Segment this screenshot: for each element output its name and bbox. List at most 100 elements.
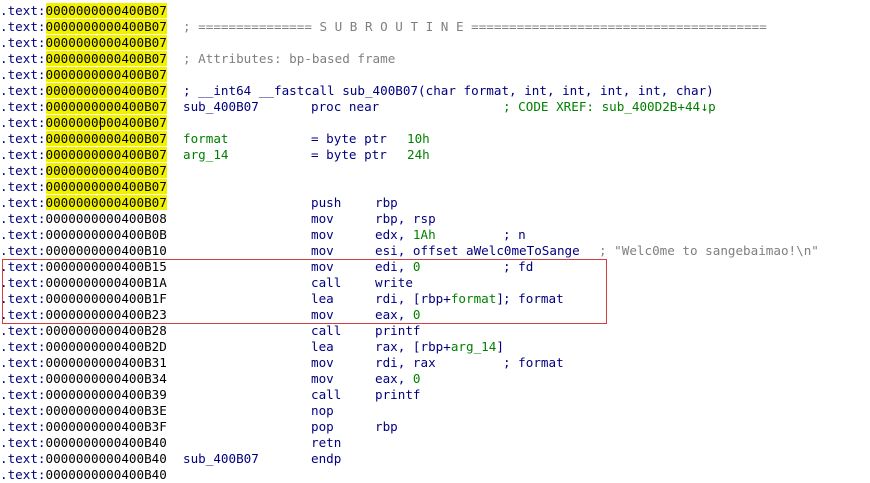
line-comment: ; __int64 __fastcall sub_400B07(char for…: [183, 83, 714, 98]
segment-prefix: .text:: [0, 403, 46, 418]
xref-arrow-icon[interactable]: ↓p: [701, 99, 716, 115]
instruction-operands[interactable]: eax, 0: [375, 371, 421, 387]
instruction-operands[interactable]: rdi, rax: [375, 355, 436, 371]
address[interactable]: 0000000000400B07: [45, 67, 167, 82]
listing-line[interactable]: .text:0000000000400B10 mov esi, offset aWe…: [0, 243, 870, 259]
instruction-mnemonic[interactable]: lea: [311, 339, 334, 355]
listing-line[interactable]: .text:0000000000400B07: [0, 163, 870, 179]
listing-line[interactable]: .text:0000000000400B07: [0, 3, 870, 19]
stack-var-name[interactable]: format: [183, 131, 229, 147]
instruction-operands[interactable]: esi, offset aWelc0meToSange: [375, 243, 580, 259]
address[interactable]: 0000000000400B07: [45, 3, 167, 18]
address[interactable]: 0000000000400B08: [46, 211, 167, 226]
address[interactable]: 0000000000400B07: [45, 35, 167, 50]
line-comment: ; Attributes: bp-based frame: [183, 51, 396, 66]
address[interactable]: 0000000000400B3E: [46, 403, 167, 418]
address[interactable]: 0000000000400B07: [45, 115, 167, 130]
address[interactable]: 0000000000400B3F: [46, 419, 167, 434]
address[interactable]: 0000000000400B39: [46, 387, 167, 402]
instruction-mnemonic[interactable]: mov: [311, 211, 334, 227]
instruction-comment: ; "Welc0me to sangebaimao!\n": [599, 243, 819, 258]
listing-line[interactable]: .text:0000000000400B34 mov eax, 0: [0, 371, 870, 387]
instruction-mnemonic[interactable]: mov: [311, 371, 334, 387]
instruction-operands[interactable]: edx, 1Ah: [375, 227, 436, 243]
segment-prefix: .text:: [0, 163, 46, 178]
segment-prefix: .text:: [0, 467, 46, 482]
listing-line[interactable]: .text:0000000000400B07 ; __int64 __fastca…: [0, 83, 870, 99]
segment-prefix: .text:: [0, 243, 46, 258]
listing-line[interactable]: .text:0000000000400B0B mov edx, 1Ah ; n: [0, 227, 870, 243]
address[interactable]: 0000000000400B07: [45, 19, 167, 34]
address[interactable]: 0000000000400B07: [45, 195, 167, 210]
listing-line[interactable]: .text:0000000000400B40 retn: [0, 435, 870, 451]
address[interactable]: 0000000000400B07: [45, 163, 167, 178]
instruction-mnemonic[interactable]: call: [311, 323, 341, 339]
address[interactable]: 0000000000400B28: [46, 323, 167, 338]
listing-line[interactable]: .text:0000000000400B07: [0, 35, 870, 51]
listing-line[interactable]: .text:0000000000400B07 ; =============== …: [0, 19, 870, 35]
address[interactable]: 0000000000400B40: [46, 467, 167, 482]
address[interactable]: 0000000000400B40: [46, 451, 167, 466]
instruction-mnemonic[interactable]: mov: [311, 227, 334, 243]
instruction-mnemonic[interactable]: call: [311, 387, 341, 403]
instruction-operands[interactable]: rax, [rbp+arg_14]: [375, 339, 504, 355]
proc-label[interactable]: sub_400B07: [183, 451, 259, 467]
listing-line[interactable]: .text:0000000000400B07: [0, 115, 870, 131]
instruction-operands[interactable]: printf: [375, 323, 421, 339]
address[interactable]: 0000000000400B34: [46, 371, 167, 386]
segment-prefix: .text:: [0, 211, 46, 226]
listing-line[interactable]: .text:0000000000400B2D lea rax, [rbp+arg_1…: [0, 339, 870, 355]
address[interactable]: 0000000000400B31: [46, 355, 167, 370]
address[interactable]: 0000000000400B0B: [46, 227, 167, 242]
listing-line[interactable]: .text:0000000000400B39 call printf: [0, 387, 870, 403]
listing-line[interactable]: .text:0000000000400B28 call printf: [0, 323, 870, 339]
segment-prefix: .text:: [0, 323, 46, 338]
address[interactable]: 0000000000400B07: [45, 179, 167, 194]
address[interactable]: 0000000000400B07: [45, 147, 167, 162]
address[interactable]: 0000000000400B07: [45, 131, 167, 146]
segment-prefix: .text:: [0, 371, 46, 386]
segment-prefix: .text:: [0, 67, 46, 82]
listing-line[interactable]: .text:0000000000400B07 format = byte ptr 10…: [0, 131, 870, 147]
segment-prefix: .text:: [0, 339, 46, 354]
segment-prefix: .text:: [0, 19, 46, 34]
listing-line[interactable]: .text:0000000000400B07: [0, 67, 870, 83]
address[interactable]: 0000000000400B07: [45, 99, 167, 114]
instruction-mnemonic[interactable]: retn: [311, 435, 341, 451]
segment-prefix: .text:: [0, 115, 46, 130]
listing-line[interactable]: .text:0000000000400B3E nop: [0, 403, 870, 419]
endp-directive: endp: [311, 451, 342, 466]
segment-prefix: .text:: [0, 147, 46, 162]
address[interactable]: 0000000000400B07: [45, 51, 167, 66]
listing-line[interactable]: .text:0000000000400B07 sub_400B07 proc nea…: [0, 99, 870, 115]
address[interactable]: 0000000000400B40: [46, 435, 167, 450]
instruction-mnemonic[interactable]: mov: [311, 243, 334, 259]
segment-prefix: .text:: [0, 35, 46, 50]
listing-line[interactable]: .text:0000000000400B07 arg_14 = byte ptr 24…: [0, 147, 870, 163]
line-comment: ; =============== S U B R O U T I N E ==…: [183, 19, 767, 34]
instruction-operands[interactable]: rbp: [375, 195, 398, 211]
instruction-operands[interactable]: printf: [375, 387, 421, 403]
instruction-mnemonic[interactable]: nop: [311, 403, 334, 419]
xref-comment[interactable]: ; CODE XREF: sub_400D2B+44: [503, 99, 700, 115]
address[interactable]: 0000000000400B07: [45, 83, 167, 98]
listing-line[interactable]: .text:0000000000400B07 ; Attributes: bp-b…: [0, 51, 870, 67]
listing-line[interactable]: .text:0000000000400B3F pop rbp: [0, 419, 870, 435]
address[interactable]: 0000000000400B2D: [46, 339, 167, 354]
stack-var-name[interactable]: arg_14: [183, 147, 229, 163]
listing-line[interactable]: .text:0000000000400B40: [0, 467, 870, 483]
instruction-mnemonic[interactable]: pop: [311, 419, 334, 435]
proc-label[interactable]: sub_400B07: [183, 99, 259, 115]
instruction-mnemonic[interactable]: mov: [311, 355, 334, 371]
listing-line[interactable]: .text:0000000000400B31 mov rdi, rax ; forma…: [0, 355, 870, 371]
listing-line[interactable]: .text:0000000000400B07: [0, 179, 870, 195]
instruction-operands[interactable]: rbp, rsp: [375, 211, 436, 227]
instruction-operands[interactable]: rbp: [375, 419, 398, 435]
listing-line[interactable]: .text:0000000000400B07 push rbp: [0, 195, 870, 211]
disassembly-listing[interactable]: .text:0000000000400B07 .text:000000000040…: [0, 3, 870, 483]
instruction-mnemonic[interactable]: push: [311, 195, 341, 211]
segment-prefix: .text:: [0, 451, 46, 466]
address[interactable]: 0000000000400B10: [46, 243, 167, 258]
listing-line[interactable]: .text:0000000000400B08 mov rbp, rsp: [0, 211, 870, 227]
listing-line[interactable]: .text:0000000000400B40 sub_400B07 endp: [0, 451, 870, 467]
